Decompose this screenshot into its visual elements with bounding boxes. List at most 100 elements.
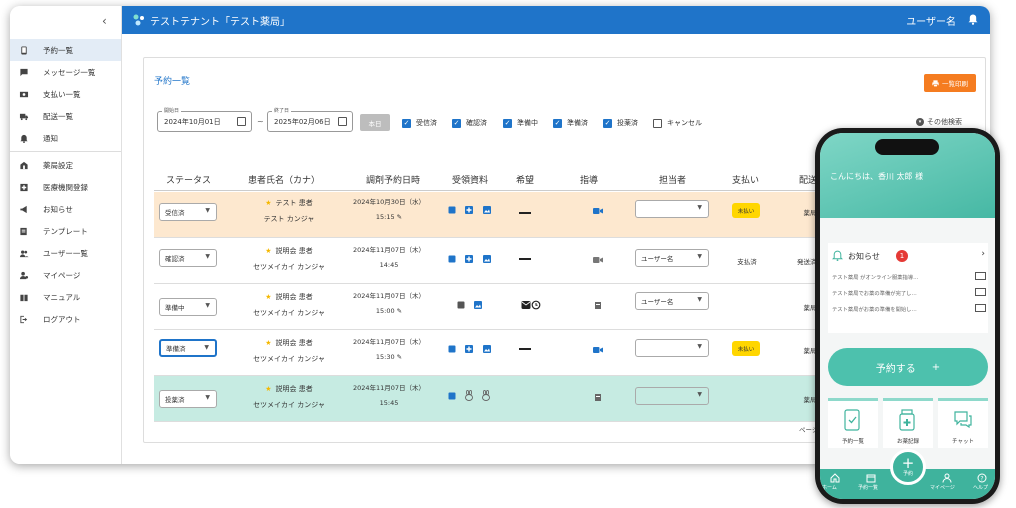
reserve-button[interactable]: 予約する + xyxy=(828,348,988,386)
tile-label: お薬記録 xyxy=(896,439,919,445)
notice-item[interactable]: テスト薬局がお薬の準備を開始し… xyxy=(832,305,974,313)
notice-item[interactable]: テスト薬局 がオンライン服薬指導… xyxy=(832,273,974,281)
payment-icon xyxy=(19,91,29,97)
sidebar-item-templates[interactable]: テンプレート xyxy=(10,220,121,242)
reserve-label: 予約する xyxy=(875,363,916,375)
document-icon[interactable] xyxy=(448,345,456,353)
sidebar-item-manual[interactable]: マニュアル xyxy=(10,286,121,308)
patient-name[interactable]: ★ 説明会 患者 xyxy=(234,384,344,394)
tab-reservations[interactable]: 予約一覧 xyxy=(858,484,878,491)
unpaid-badge: 未払い xyxy=(732,203,760,218)
sidebar-item-label: 予約一覧 xyxy=(43,45,73,55)
tile-chat[interactable]: チャット xyxy=(938,398,988,448)
sidebar-item-messages[interactable]: メッセージ一覧 xyxy=(10,61,121,83)
patient-name-text: 説明会 患者 xyxy=(275,247,313,255)
dropdown-arrow-icon: ▼ xyxy=(205,253,210,260)
calendar-icon[interactable] xyxy=(866,473,876,483)
sidebar-item-announcements[interactable]: お知らせ xyxy=(10,198,121,220)
document-icon[interactable] xyxy=(457,301,465,309)
new-reservation-fab[interactable]: + 予約 xyxy=(890,449,926,485)
image-icon[interactable] xyxy=(483,345,491,353)
other-search-toggle[interactable]: ▾ その他検索 xyxy=(916,117,962,127)
plus-card-icon[interactable] xyxy=(465,206,473,214)
status-select[interactable]: 準備済 ▼ xyxy=(159,339,217,357)
edit-pencil-icon[interactable]: ✎ xyxy=(397,353,402,361)
filter-prepared[interactable]: ✓ 準備済 xyxy=(553,118,588,128)
document-icon[interactable] xyxy=(448,206,456,214)
notice-card[interactable]: お知らせ 1 › テスト薬局 がオンライン服薬指導… テスト薬局でお薬の準備が完… xyxy=(828,243,988,333)
help-icon[interactable]: ? xyxy=(977,473,987,483)
notice-item[interactable]: テスト薬局でお薬の準備が完了し… xyxy=(832,289,974,297)
print-list-button[interactable]: 一覧印刷 xyxy=(924,74,976,92)
sidebar-item-deliveries[interactable]: 配送一覧 xyxy=(10,105,121,127)
calendar-icon[interactable] xyxy=(237,117,246,126)
dropdown-arrow-icon: ▼ xyxy=(697,253,702,260)
image-icon[interactable] xyxy=(483,206,491,214)
staff-select[interactable]: ▼ xyxy=(635,339,709,357)
star-icon: ★ xyxy=(265,247,272,255)
person-icon[interactable] xyxy=(942,473,952,483)
filter-received[interactable]: ✓ 受信済 xyxy=(402,118,437,128)
collapse-icon[interactable]: ‹ xyxy=(102,14,107,28)
filter-cancelled[interactable]: キャンセル xyxy=(653,118,702,128)
patient-name[interactable]: ★ 説明会 患者 xyxy=(234,246,344,256)
sidebar-item-label: マニュアル xyxy=(43,292,81,302)
status-value: 準備済 xyxy=(166,345,186,353)
user-menu[interactable]: ユーザー名 xyxy=(906,13,956,28)
video-icon[interactable] xyxy=(593,346,603,354)
sidebar-item-label: 配送一覧 xyxy=(43,111,73,121)
filter-label: キャンセル xyxy=(667,119,702,127)
filter-dispensed[interactable]: ✓ 投薬済 xyxy=(603,118,638,128)
sidebar-item-notifications[interactable]: 通知 xyxy=(10,127,121,149)
staff-select[interactable]: ▼ xyxy=(635,387,709,405)
status-select[interactable]: 受信済 ▼ xyxy=(159,203,217,221)
staff-select[interactable]: ユーザー名 ▼ xyxy=(635,292,709,310)
tile-reservations[interactable]: 予約一覧 xyxy=(828,398,878,448)
tab-home[interactable]: ホーム xyxy=(822,484,837,491)
plus-card-icon[interactable] xyxy=(465,345,473,353)
sidebar-item-pharmacy-settings[interactable]: 薬局設定 xyxy=(10,154,121,176)
patient-name[interactable]: ★ テスト 患者 xyxy=(234,198,344,208)
sidebar: ‹ 予約一覧 メッセージ一覧 支払い一覧 配送一覧 通知 薬局設定 医療機関登録… xyxy=(10,6,122,464)
image-icon[interactable] xyxy=(474,301,482,309)
status-select[interactable]: 投薬済 ▼ xyxy=(159,390,217,408)
plus-card-icon[interactable] xyxy=(465,255,473,263)
request-none-dash xyxy=(519,258,531,260)
tab-mypage[interactable]: マイページ xyxy=(930,484,955,491)
patient-name[interactable]: ★ 説明会 患者 xyxy=(234,292,344,302)
sidebar-item-payments[interactable]: 支払い一覧 xyxy=(10,83,121,105)
sidebar-item-users[interactable]: ユーザー一覧 xyxy=(10,242,121,264)
calendar-icon[interactable] xyxy=(338,117,347,126)
tile-medicine-record[interactable]: お薬記録 xyxy=(883,398,933,448)
end-date-field[interactable]: 終了日 2025年02月06日 xyxy=(267,107,353,132)
chevron-right-icon[interactable]: › xyxy=(981,249,985,259)
document-icon[interactable] xyxy=(448,255,456,263)
today-button[interactable]: 本日 xyxy=(360,114,390,131)
pharmacy-icon xyxy=(20,161,28,169)
payment-status: 支払済 xyxy=(737,258,757,266)
patient-name[interactable]: ★ 説明会 患者 xyxy=(234,338,344,348)
status-value: 確認済 xyxy=(165,255,185,263)
edit-pencil-icon[interactable]: ✎ xyxy=(397,307,402,315)
staff-select[interactable]: ユーザー名 ▼ xyxy=(635,249,709,267)
filter-confirmed[interactable]: ✓ 確認済 xyxy=(452,118,487,128)
document-icon[interactable] xyxy=(448,392,456,400)
edit-pencil-icon[interactable]: ✎ xyxy=(397,213,402,221)
status-select[interactable]: 準備中 ▼ xyxy=(159,298,217,316)
filter-preparing[interactable]: ✓ 準備中 xyxy=(503,118,538,128)
home-icon[interactable] xyxy=(830,473,840,483)
other-search-label: その他検索 xyxy=(927,118,962,126)
video-icon[interactable] xyxy=(593,256,603,264)
bell-icon[interactable] xyxy=(968,14,978,25)
sidebar-item-hospital-registration[interactable]: 医療機関登録 xyxy=(10,176,121,198)
video-icon[interactable] xyxy=(593,207,603,215)
status-select[interactable]: 確認済 ▼ xyxy=(159,249,217,267)
sidebar-item-reservations[interactable]: 予約一覧 xyxy=(10,39,121,61)
request-none-dash xyxy=(519,348,531,350)
sidebar-item-logout[interactable]: ログアウト xyxy=(10,308,121,330)
sidebar-item-mypage[interactable]: マイページ xyxy=(10,264,121,286)
tab-help[interactable]: ヘルプ xyxy=(973,484,988,491)
start-date-field[interactable]: 開始日 2024年10月01日 xyxy=(157,107,252,132)
staff-select[interactable]: ▼ xyxy=(635,200,709,218)
image-icon[interactable] xyxy=(483,255,491,263)
